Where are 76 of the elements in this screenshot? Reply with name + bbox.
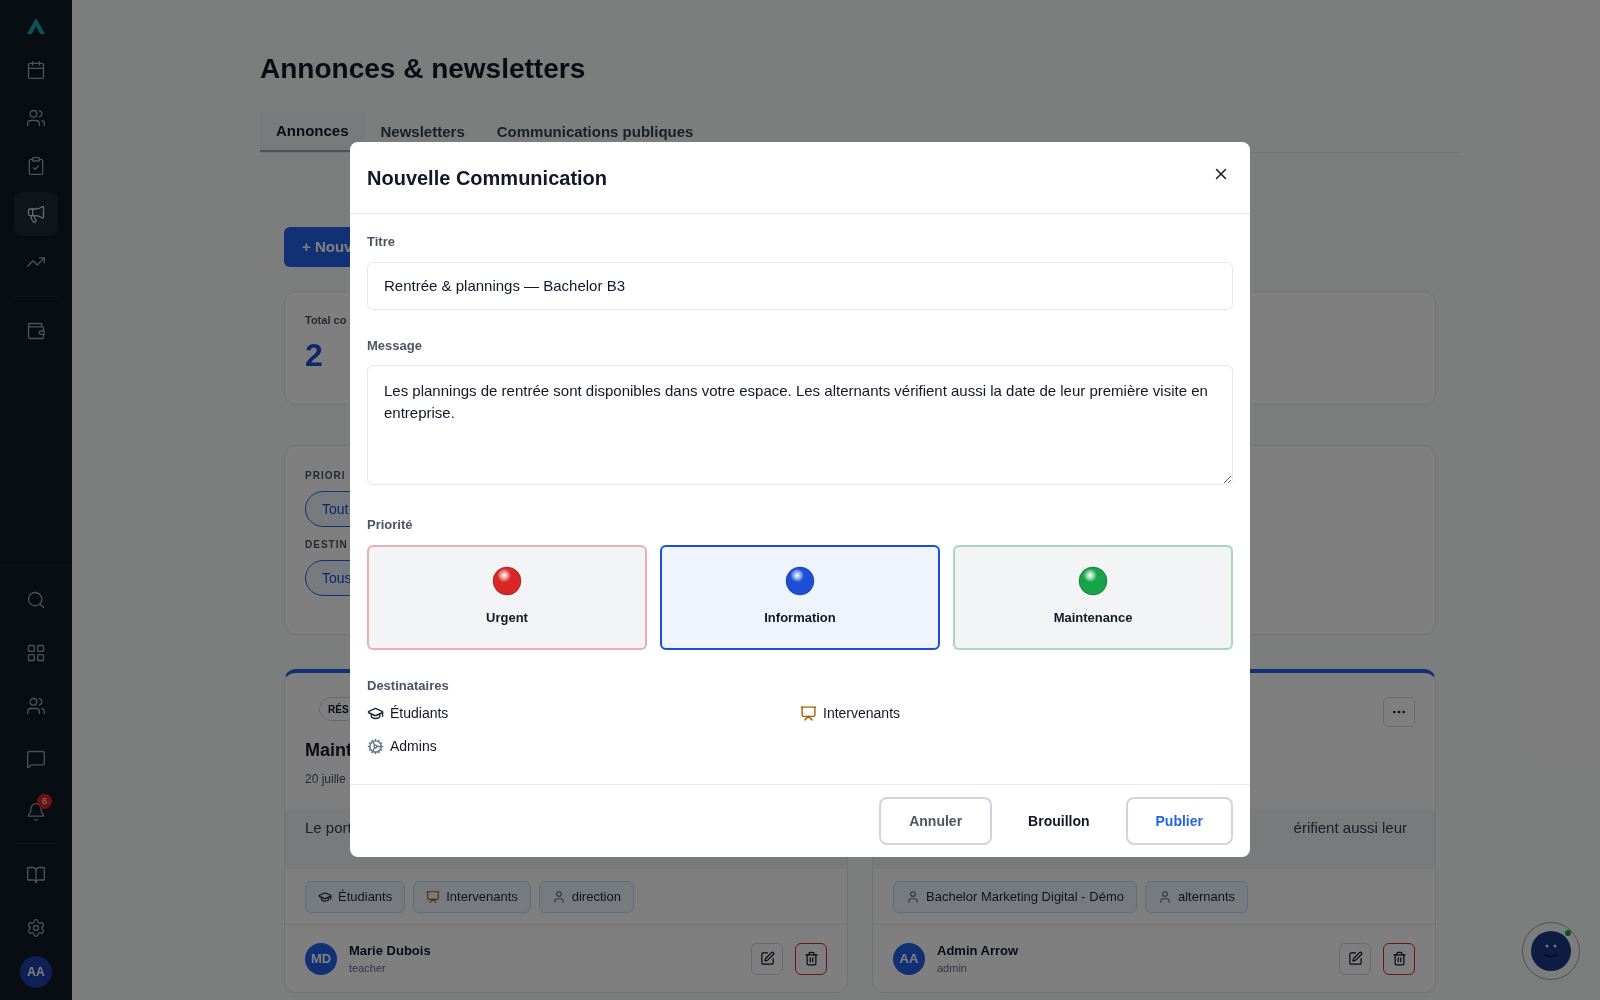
tag-label: Bachelor Marketing Digital - Démo	[926, 887, 1124, 906]
megaphone-icon	[26, 204, 46, 224]
calendar-icon	[26, 60, 46, 80]
recipient-option[interactable]: Étudiants	[367, 703, 449, 724]
person-icon	[906, 889, 920, 904]
person-icon	[551, 889, 566, 904]
ball-icon	[492, 566, 522, 597]
tag-label: alternants	[1177, 887, 1236, 906]
tag-label: direction	[571, 887, 621, 906]
ball-icon	[785, 566, 815, 597]
author-name: Marie Dubois	[349, 941, 432, 960]
teacher-icon	[800, 705, 817, 722]
filter-label: DESTIN	[305, 538, 348, 552]
tab[interactable]: Newsletters	[364, 112, 481, 152]
recipient-option[interactable]: Admins	[367, 736, 437, 757]
card-title: Maint	[305, 739, 352, 762]
delete-button[interactable]	[795, 942, 827, 975]
trash-icon	[1391, 951, 1407, 966]
person-icon	[1157, 889, 1172, 904]
card-text: Le port	[305, 818, 352, 838]
graduation-cap-icon	[318, 889, 332, 904]
user-avatar[interactable]: AA	[20, 956, 52, 988]
search-icon	[26, 590, 46, 610]
message-textarea[interactable]: Les plannings de rentrée sont disponibles dans votre espace. Les alternants vérifient aussi la date de leur première visite en entreprise.	[367, 365, 1233, 485]
filter-label: PRIORI	[305, 469, 346, 483]
priority-label: Urgent	[486, 609, 528, 628]
tag-label: Étudiants	[338, 887, 393, 906]
edit-icon	[1347, 951, 1363, 966]
priority-option[interactable]: Information	[660, 544, 940, 650]
author-name: Admin Arrow	[937, 941, 1020, 960]
graduation-cap-icon	[367, 705, 384, 722]
priority-label: Maintenance	[1053, 609, 1133, 628]
more-button[interactable]	[1383, 697, 1415, 727]
title-input[interactable]: Rentrée & plannings — Bachelor B3	[367, 261, 1233, 310]
ball-icon	[1078, 566, 1108, 597]
modal-title: Nouvelle Communication	[367, 165, 608, 191]
bell-icon	[26, 802, 46, 822]
settings-icon	[26, 918, 46, 938]
clipboard-check-icon	[26, 156, 46, 176]
footer-button[interactable]: Annuler	[879, 797, 993, 845]
book-icon	[26, 865, 46, 885]
page-title: Annonces & newsletters	[260, 52, 587, 86]
stat-value: 2	[305, 335, 323, 375]
tag-label: Intervenants	[446, 887, 518, 906]
priority-label: Information	[764, 609, 836, 628]
tab[interactable]: Communications publiques	[480, 112, 710, 152]
users-icon	[26, 696, 46, 716]
stat-label: Total co	[305, 313, 348, 328]
priority-option[interactable]: Maintenance	[953, 544, 1233, 650]
field-label: Destinataires	[367, 676, 450, 695]
card-text: érifient aussi leur	[1293, 818, 1407, 838]
card-date: 20 juille	[305, 771, 347, 788]
edit-button[interactable]	[751, 942, 783, 975]
grid-icon	[26, 643, 46, 663]
edit-button[interactable]	[1339, 942, 1371, 975]
wallet-icon	[26, 321, 46, 341]
author-avatar: MD	[305, 942, 337, 975]
delete-button[interactable]	[1383, 942, 1415, 975]
message-icon	[26, 749, 46, 769]
logo-icon	[27, 18, 45, 34]
users-icon	[26, 108, 46, 128]
footer-button[interactable]: Publier	[1125, 797, 1233, 845]
recipient-option[interactable]: Intervenants	[800, 703, 901, 724]
trash-icon	[803, 951, 819, 966]
smiley-icon	[1530, 930, 1572, 972]
edit-icon	[759, 951, 775, 966]
author-role: teacher	[349, 961, 387, 976]
gear-icon	[367, 738, 384, 755]
teacher-icon	[426, 889, 441, 904]
notification-badge: 6	[37, 794, 52, 809]
author-avatar: AA	[893, 942, 925, 975]
author-role: admin	[937, 961, 968, 976]
sidebar-item[interactable]	[14, 192, 58, 236]
priority-option[interactable]: Urgent	[367, 544, 647, 650]
footer-button[interactable]: Brouillon	[1008, 797, 1110, 845]
field-label: Message	[367, 336, 423, 355]
